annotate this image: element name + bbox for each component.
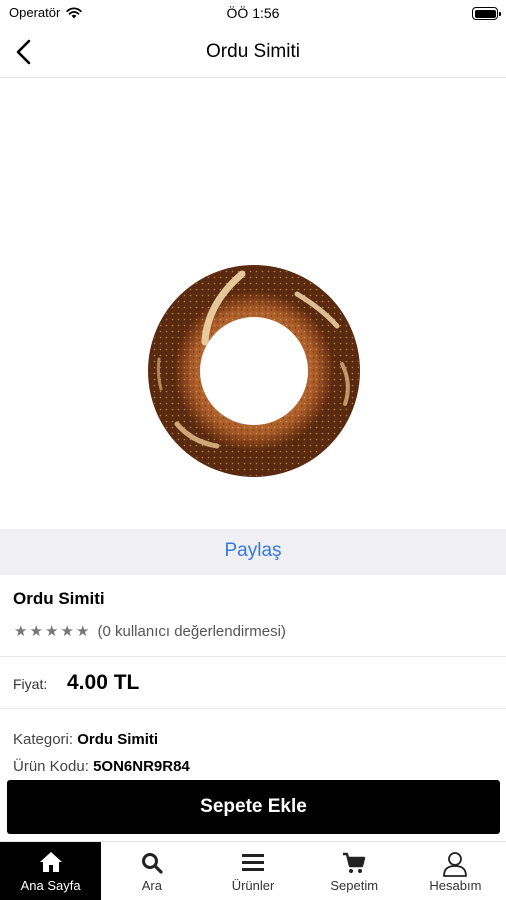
product-code-value: 5ON6NR9R84 (93, 758, 190, 775)
product-code-row: Ürün Kodu: 5ON6NR9R84 (13, 758, 190, 775)
product-info: Ordu Simiti ★ ★ ★ ★ ★ (0 kullanıcı değer… (0, 575, 506, 657)
tab-label: Ara (141, 878, 162, 893)
category-row: Kategori: Ordu Simiti (13, 731, 158, 748)
status-bar: Operatör ÖÖ 1:56 (0, 0, 506, 26)
price-block: Fiyat: 4.00 TL (0, 657, 506, 709)
tab-cart[interactable]: Sepetim (304, 842, 405, 900)
tab-label: Hesabım (429, 878, 482, 893)
search-icon (141, 853, 163, 874)
star-icon: ★ (14, 623, 28, 640)
rating-stars: ★ ★ ★ ★ ★ (13, 624, 91, 639)
category-label: Kategori: (13, 731, 74, 748)
simit-image (148, 265, 360, 477)
rating-row: ★ ★ ★ ★ ★ (0 kullanıcı değerlendirmesi) (13, 623, 286, 640)
tab-label: Ana Sayfa (20, 878, 81, 893)
tab-account[interactable]: Hesabım (405, 842, 506, 900)
price-value: 4.00 TL (67, 671, 140, 694)
product-code-label: Ürün Kodu: (13, 758, 89, 775)
tab-search[interactable]: Ara (101, 842, 202, 900)
star-icon: ★ (45, 623, 59, 640)
tab-home[interactable]: Ana Sayfa (0, 842, 102, 900)
cart-icon (343, 852, 366, 873)
navigation-bar: Ordu Simiti (0, 26, 506, 78)
battery-icon (472, 7, 501, 20)
home-icon (39, 852, 62, 872)
tab-label: Sepetim (330, 878, 379, 893)
user-icon (443, 852, 468, 877)
star-icon: ★ (60, 623, 74, 640)
status-time: ÖÖ 1:56 (226, 5, 280, 21)
price-label: Fiyat: (13, 676, 48, 692)
product-name: Ordu Simiti (13, 589, 105, 608)
tab-products[interactable]: Ürünler (202, 842, 303, 900)
tab-bar: Ana Sayfa Ara Ürünler Sepetim Hesabım (0, 841, 506, 900)
tab-label: Ürünler (231, 878, 275, 893)
rating-count: (0 kullanıcı değerlendirmesi) (97, 623, 286, 640)
star-icon: ★ (29, 623, 43, 640)
page-title: Ordu Simiti (206, 41, 300, 62)
menu-icon (242, 854, 264, 871)
share-label: Paylaş (224, 540, 282, 561)
product-image (0, 79, 506, 529)
category-value[interactable]: Ordu Simiti (77, 731, 158, 748)
add-to-cart-button[interactable]: Sepete Ekle (7, 780, 500, 834)
star-icon: ★ (76, 623, 90, 640)
share-button[interactable]: Paylaş (0, 529, 506, 575)
